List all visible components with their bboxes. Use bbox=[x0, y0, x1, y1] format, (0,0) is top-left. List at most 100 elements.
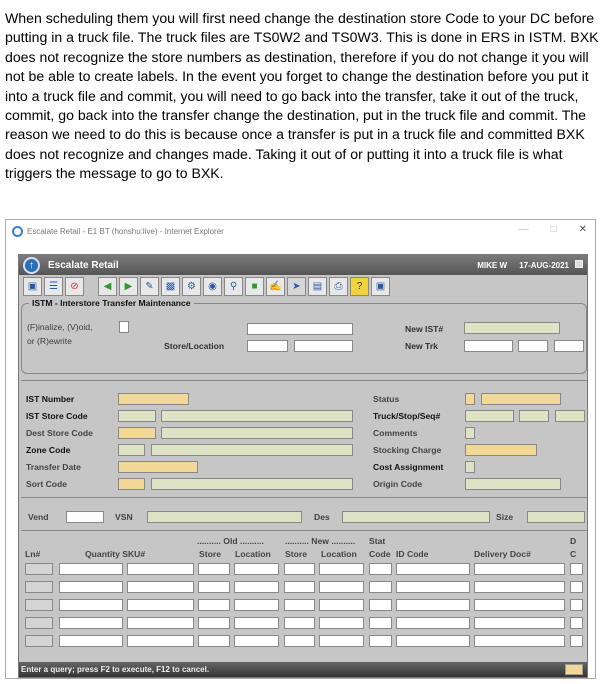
minimize-icon[interactable]: — bbox=[519, 224, 529, 235]
store-input[interactable] bbox=[247, 340, 288, 352]
grid-cell[interactable] bbox=[127, 617, 194, 629]
truck-field bbox=[465, 410, 514, 422]
print-icon[interactable]: ⎙ bbox=[329, 276, 348, 296]
grid-cell[interactable] bbox=[198, 563, 230, 575]
grid-cell[interactable] bbox=[198, 599, 230, 611]
grid-cell[interactable] bbox=[474, 581, 565, 593]
record-icon[interactable]: ✎ bbox=[140, 276, 159, 296]
store-location-label: Store/Location bbox=[164, 341, 225, 351]
grid-cell[interactable] bbox=[234, 635, 279, 647]
ist-number-field[interactable] bbox=[118, 393, 189, 405]
location-input[interactable] bbox=[294, 340, 353, 352]
row-selector[interactable] bbox=[25, 563, 53, 575]
grid-cell[interactable] bbox=[369, 617, 392, 629]
grid-cell[interactable] bbox=[284, 581, 315, 593]
grid-cell[interactable] bbox=[284, 563, 315, 575]
grid-header-new-location: Location bbox=[321, 549, 357, 559]
print-preview-icon[interactable]: ▤ bbox=[308, 276, 327, 296]
save-icon[interactable]: ■ bbox=[245, 276, 264, 296]
back-icon[interactable]: ◀ bbox=[98, 276, 117, 296]
transfer-date-field[interactable] bbox=[118, 461, 198, 473]
status-code-field[interactable] bbox=[465, 393, 475, 405]
grid-cell[interactable] bbox=[319, 563, 364, 575]
grid-cell[interactable] bbox=[59, 563, 123, 575]
ist-store-code-field bbox=[118, 410, 156, 422]
pointer-icon[interactable]: ➤ bbox=[287, 276, 306, 296]
grid-cell[interactable] bbox=[234, 617, 279, 629]
grid-cell[interactable] bbox=[570, 563, 583, 575]
grid-cell[interactable] bbox=[234, 599, 279, 611]
row-selector[interactable] bbox=[25, 599, 53, 611]
grid-cell[interactable] bbox=[474, 563, 565, 575]
close-icon[interactable]: ✕ bbox=[579, 224, 587, 235]
grid-cell[interactable] bbox=[284, 635, 315, 647]
grid-cell[interactable] bbox=[127, 635, 194, 647]
grid-cell[interactable] bbox=[396, 635, 470, 647]
dest-store-code-field[interactable] bbox=[118, 427, 156, 439]
grid-cell[interactable] bbox=[319, 635, 364, 647]
help-icon[interactable]: ? bbox=[350, 276, 369, 296]
grid-cell[interactable] bbox=[369, 581, 392, 593]
exit-icon[interactable]: ▣ bbox=[371, 276, 390, 296]
grid-cell[interactable] bbox=[319, 617, 364, 629]
forward-icon[interactable]: ▶ bbox=[119, 276, 138, 296]
list-icon[interactable]: ☰ bbox=[44, 276, 63, 296]
grid-cell[interactable] bbox=[234, 563, 279, 575]
grid-cell[interactable] bbox=[198, 581, 230, 593]
gear-icon[interactable]: ⚙ bbox=[182, 276, 201, 296]
row-selector[interactable] bbox=[25, 617, 53, 629]
grid-cell[interactable] bbox=[396, 617, 470, 629]
grid-cell[interactable] bbox=[127, 581, 194, 593]
new-trk-input[interactable] bbox=[464, 340, 513, 352]
grid-cell[interactable] bbox=[474, 635, 565, 647]
window-icon[interactable]: ▣ bbox=[23, 276, 42, 296]
status-label: Status bbox=[373, 394, 400, 404]
grid-cell[interactable] bbox=[59, 581, 123, 593]
grid-cell[interactable] bbox=[570, 635, 583, 647]
ie-window: Escalate Retail - E1 BT (honshu:live) - … bbox=[5, 219, 596, 679]
sort-code-field[interactable] bbox=[118, 478, 145, 490]
vend-input[interactable] bbox=[66, 511, 104, 523]
grid-cell[interactable] bbox=[396, 563, 470, 575]
grid-cell[interactable] bbox=[474, 617, 565, 629]
grid-cell[interactable] bbox=[369, 563, 392, 575]
action-input[interactable] bbox=[119, 321, 129, 333]
grid-cell[interactable] bbox=[127, 563, 194, 575]
cost-assignment-checkbox[interactable] bbox=[465, 461, 475, 473]
grid-cell[interactable] bbox=[198, 617, 230, 629]
row-selector[interactable] bbox=[25, 635, 53, 647]
new-stop-input[interactable] bbox=[518, 340, 548, 352]
new-seq-input[interactable] bbox=[554, 340, 584, 352]
notes-icon[interactable]: ✍ bbox=[266, 276, 285, 296]
row-selector[interactable] bbox=[25, 581, 53, 593]
search-icon[interactable]: ⚲ bbox=[224, 276, 243, 296]
top-input[interactable] bbox=[247, 323, 353, 335]
maximize-icon[interactable]: □ bbox=[551, 224, 557, 235]
grid-cell[interactable] bbox=[396, 581, 470, 593]
grid-cell[interactable] bbox=[284, 617, 315, 629]
grid-cell[interactable] bbox=[127, 599, 194, 611]
app-menu-icon[interactable] bbox=[575, 260, 583, 268]
grid-cell[interactable] bbox=[198, 635, 230, 647]
edit-icon[interactable]: ▩ bbox=[161, 276, 180, 296]
grid-cell[interactable] bbox=[59, 599, 123, 611]
grid-cell[interactable] bbox=[570, 617, 583, 629]
grid-cell[interactable] bbox=[59, 617, 123, 629]
grid-cell[interactable] bbox=[570, 599, 583, 611]
old-group-label: .......... Old .......... bbox=[197, 536, 264, 546]
grid-cell[interactable] bbox=[284, 599, 315, 611]
grid-cell[interactable] bbox=[59, 635, 123, 647]
grid-cell[interactable] bbox=[319, 581, 364, 593]
stocking-charge-field[interactable] bbox=[465, 444, 537, 456]
grid-cell[interactable] bbox=[369, 599, 392, 611]
grid-cell[interactable] bbox=[396, 599, 470, 611]
grid-cell[interactable] bbox=[474, 599, 565, 611]
grid-cell[interactable] bbox=[319, 599, 364, 611]
comments-checkbox[interactable] bbox=[465, 427, 475, 439]
cancel-icon[interactable]: ⊘ bbox=[65, 276, 84, 296]
grid-cell[interactable] bbox=[570, 581, 583, 593]
binoculars-icon[interactable]: ◉ bbox=[203, 276, 222, 296]
c-label: C bbox=[570, 549, 577, 559]
grid-cell[interactable] bbox=[234, 581, 279, 593]
grid-cell[interactable] bbox=[369, 635, 392, 647]
